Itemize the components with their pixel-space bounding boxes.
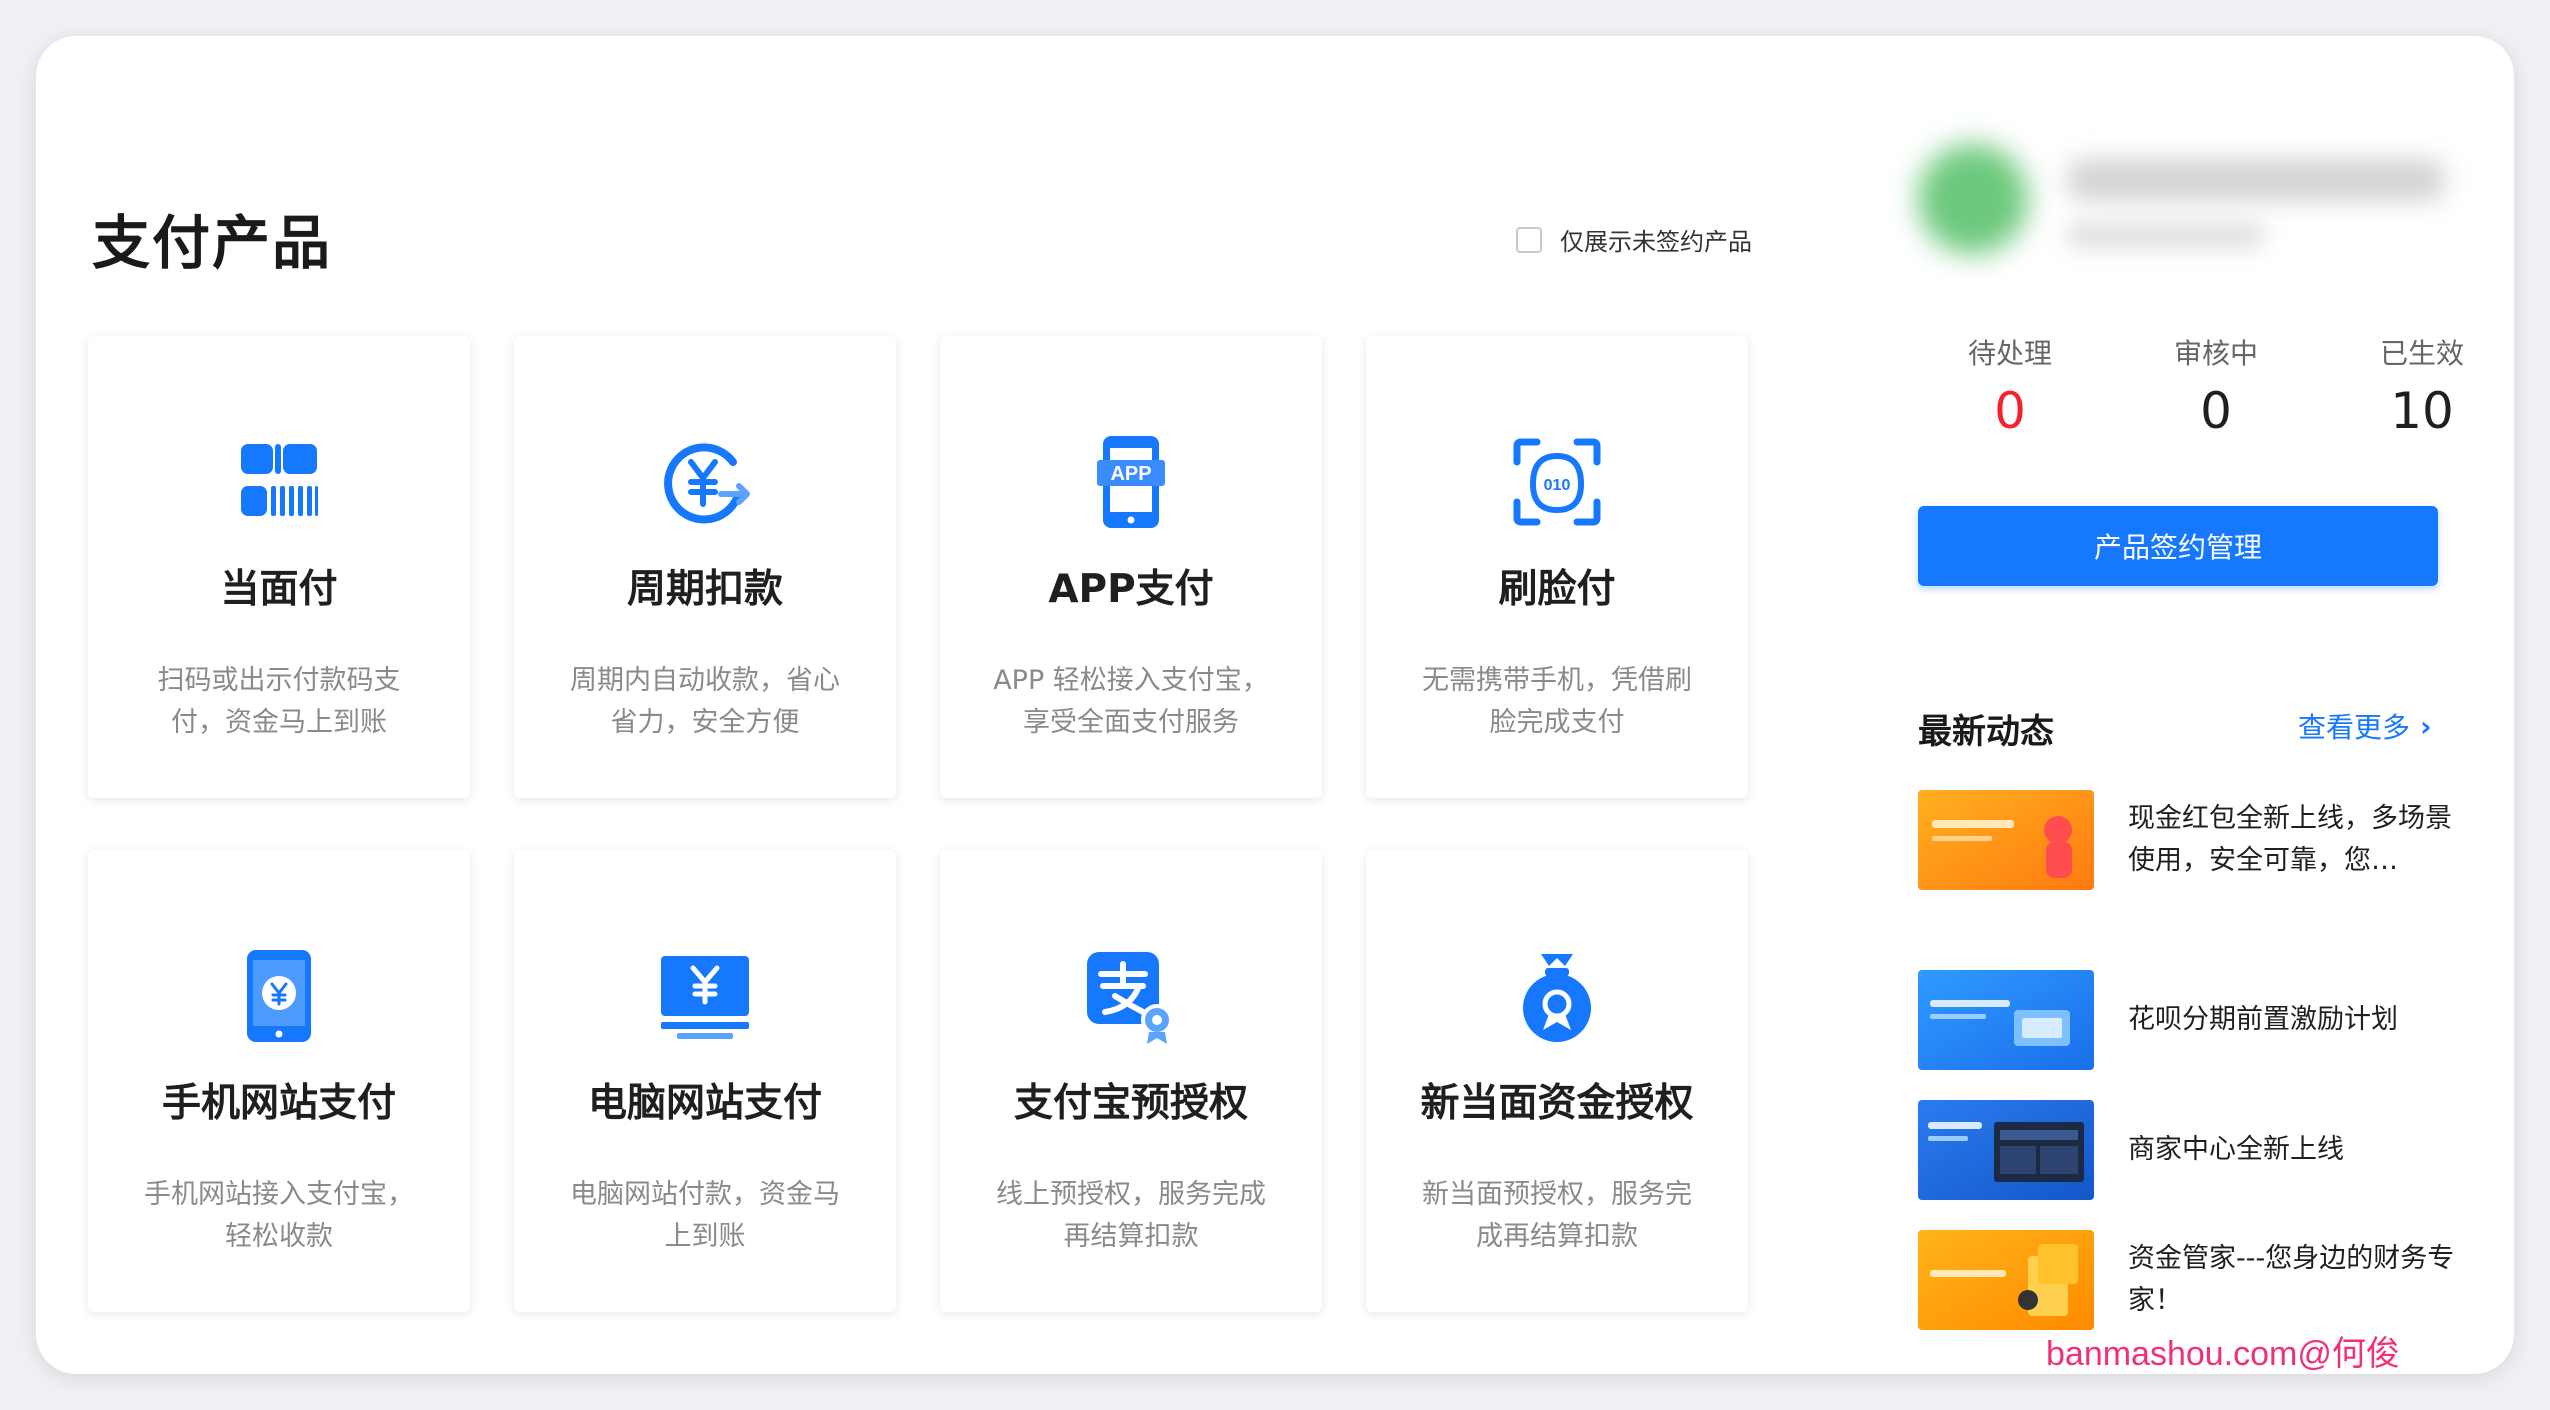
product-name: 新当面资金授权 [1420, 1081, 1694, 1126]
view-more-label: 查看更多 [2298, 711, 2411, 744]
news-thumbnail [1918, 970, 2094, 1070]
news-item-text: 花呗分期前置激励计划 [2128, 1004, 2398, 1035]
product-desc: 新当面预授权，服务完成再结算扣款 [1422, 1179, 1692, 1252]
news-item[interactable]: 现金红包全新上线，多场景使用，安全可靠，您… [1918, 790, 2458, 890]
unsigned-filter-label[interactable]: 仅展示未签约产品 [1560, 222, 1752, 257]
news-item-text: 商家中心全新上线 [2128, 1134, 2344, 1165]
stat-label: 审核中 [2173, 337, 2258, 370]
product-desc: APP 轻松接入支付宝，享受全面支付服务 [993, 665, 1269, 738]
product-desc: 手机网站接入支付宝，轻松收款 [144, 1179, 414, 1252]
product-desc: 电脑网站付款，资金马上到账 [570, 1179, 840, 1252]
product-contract-manage-button[interactable]: 产品签约管理 [1918, 506, 2438, 586]
avatar [1918, 144, 2028, 254]
news-item[interactable]: 资金管家---您身边的财务专家！ [1918, 1230, 2458, 1330]
user-profile [1896, 96, 2496, 306]
product-name: 周期扣款 [626, 567, 783, 612]
product-name: 手机网站支付 [161, 1081, 396, 1126]
chevron-right-icon: › [2420, 709, 2432, 743]
product-card-cycle-debit[interactable]: 周期扣款 周期内自动收款，省心省力，安全方便 [514, 336, 896, 798]
product-name: 刷脸付 [1498, 567, 1616, 612]
product-name: 支付宝预授权 [1013, 1081, 1248, 1126]
cycle-yuan-icon [514, 432, 896, 532]
alipay-auth-icon [940, 946, 1322, 1046]
product-desc: 周期内自动收款，省心省力，安全方便 [570, 665, 840, 738]
product-card-mobile-web[interactable]: 手机网站支付 手机网站接入支付宝，轻松收款 [88, 850, 470, 1312]
product-card-pc-web[interactable]: 电脑网站支付 电脑网站付款，资金马上到账 [514, 850, 896, 1312]
unsigned-filter-checkbox[interactable] [1516, 226, 1542, 253]
news-thumbnail [1918, 1100, 2094, 1200]
stat-label: 待处理 [1967, 337, 2052, 370]
stat-value: 0 [2200, 382, 2232, 440]
unsigned-filter[interactable]: 仅展示未签约产品 [1516, 222, 1752, 257]
stat-reviewing[interactable]: 审核中 0 [2116, 332, 2316, 440]
product-name: APP支付 [1048, 567, 1214, 612]
news-thumbnail [1918, 1230, 2094, 1330]
face-scan-icon: 010 [1366, 432, 1748, 532]
svg-text:010: 010 [1544, 477, 1571, 494]
news-item[interactable]: 花呗分期前置激励计划 [1918, 970, 2458, 1070]
app-phone-icon: APP [940, 432, 1322, 532]
mobile-yuan-icon [88, 946, 470, 1046]
watermark: banmashou.com@何俊 [2046, 1335, 2400, 1373]
product-grid: 当面付 扫码或出示付款码支付，资金马上到账 周期扣款 周期内自动收款，省心省力，… [88, 336, 1804, 1356]
product-card-alipay-preauth[interactable]: 支付宝预授权 线上预授权，服务完成再结算扣款 [940, 850, 1322, 1312]
news-section-title: 最新动态 [1918, 712, 2054, 752]
product-card-app-pay[interactable]: APP APP支付 APP 轻松接入支付宝，享受全面支付服务 [940, 336, 1322, 798]
product-desc: 无需携带手机，凭借刷脸完成支付 [1422, 665, 1692, 738]
news-item-text: 资金管家---您身边的财务专家！ [2128, 1243, 2455, 1316]
fund-bag-icon [1366, 946, 1748, 1046]
product-desc: 线上预授权，服务完成再结算扣款 [996, 1179, 1266, 1252]
product-card-new-fund-auth[interactable]: 新当面资金授权 新当面预授权，服务完成再结算扣款 [1366, 850, 1748, 1312]
product-name: 当面付 [220, 567, 338, 612]
news-item[interactable]: 商家中心全新上线 [1918, 1100, 2458, 1200]
stat-value: 10 [2390, 382, 2454, 440]
app-window: 支付产品 仅展示未签约产品 当面付 扫码或出示付款码支付，资金马上到账 周期扣款… [36, 36, 2514, 1374]
product-desc: 扫码或出示付款码支付，资金马上到账 [157, 665, 401, 738]
product-card-face-pay[interactable]: 010 刷脸付 无需携带手机，凭借刷脸完成支付 [1366, 336, 1748, 798]
svg-text:APP: APP [1110, 463, 1151, 485]
account-name-blurred [2066, 158, 2446, 202]
stat-label: 已生效 [2379, 337, 2464, 370]
stat-effective[interactable]: 已生效 10 [2322, 332, 2514, 440]
account-id-blurred [2066, 220, 2266, 250]
stat-value: 0 [1994, 382, 2026, 440]
monitor-yuan-icon [514, 946, 896, 1046]
page-title: 支付产品 [92, 209, 333, 277]
news-thumbnail [1918, 790, 2094, 890]
view-more-link[interactable]: 查看更多 › [2298, 706, 2432, 746]
news-item-text: 现金红包全新上线，多场景使用，安全可靠，您… [2128, 803, 2452, 876]
stat-pending[interactable]: 待处理 0 [1910, 332, 2110, 440]
product-card-face-to-face[interactable]: 当面付 扫码或出示付款码支付，资金马上到账 [88, 336, 470, 798]
qr-barcode-icon [88, 432, 470, 532]
product-name: 电脑网站支付 [587, 1081, 822, 1126]
